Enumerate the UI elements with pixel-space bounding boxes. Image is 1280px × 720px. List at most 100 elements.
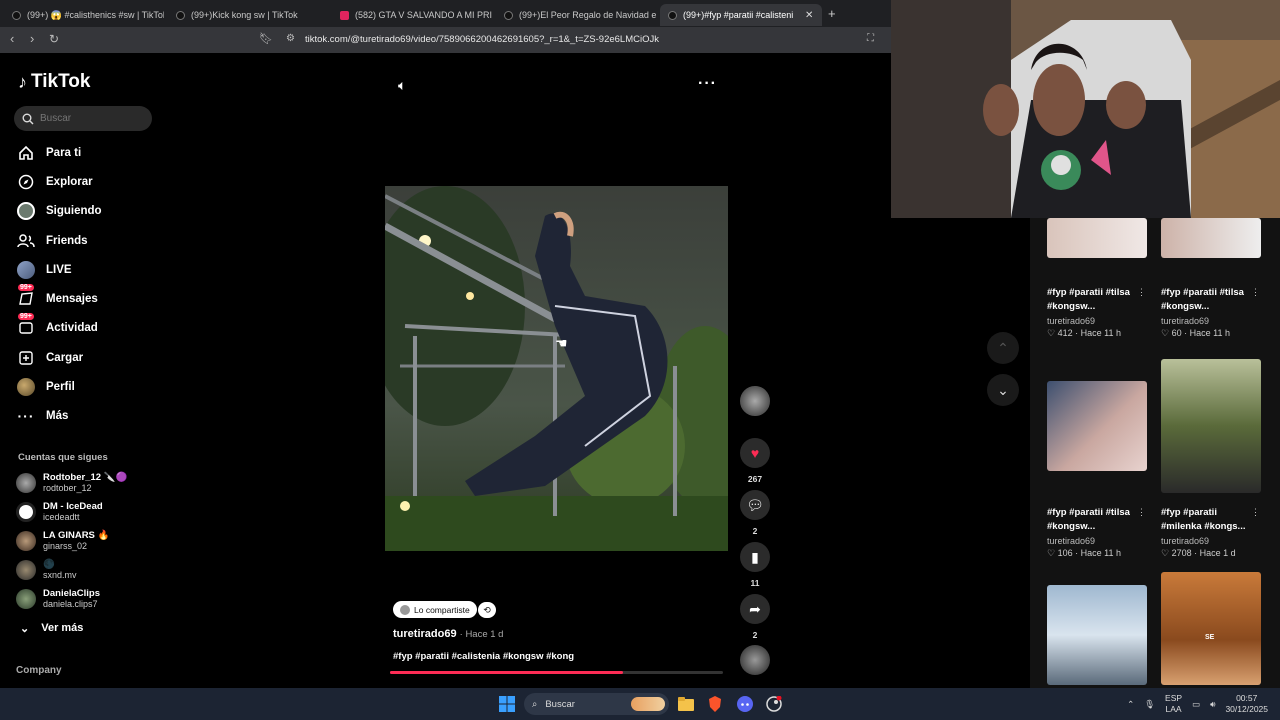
tiktok-logo[interactable]: ♪ TikTok <box>18 71 90 93</box>
youtube-favicon-icon <box>340 10 349 20</box>
followed-account[interactable]: LA GINARS 🔥 ginarss_02 <box>16 530 109 551</box>
steam-icon[interactable] <box>764 694 784 714</box>
following-icon <box>16 201 36 221</box>
language-indicator[interactable]: ESP LAA <box>1165 693 1182 715</box>
avatar <box>400 604 410 615</box>
nav-live[interactable]: LIVE <box>16 257 72 283</box>
windows-start-icon[interactable] <box>497 694 517 714</box>
video-thumbnail <box>1047 218 1147 258</box>
nav-explorar[interactable]: Explorar <box>16 169 93 195</box>
nav-friends[interactable]: Friends <box>16 228 88 254</box>
followed-account[interactable]: 🌑 sxnd.mv <box>16 559 77 580</box>
site-settings-icon[interactable]: ⚙︎ <box>286 33 295 44</box>
browser-tab[interactable]: (582) GTA V SALVANDO A MI PRIMO <box>332 4 492 26</box>
nav-siguiendo[interactable]: Siguiendo <box>16 198 102 224</box>
avatar <box>16 501 36 522</box>
previous-video-button[interactable]: ⌃ <box>987 332 1019 364</box>
webcam-overlay <box>891 0 1280 218</box>
more-options-icon[interactable]: ⋮ <box>1251 507 1260 518</box>
discord-icon[interactable] <box>735 694 755 714</box>
video-hashtags[interactable]: #fyp #paratii #calistenia #kongsw #kong <box>393 651 574 662</box>
video-player[interactable] <box>385 186 728 551</box>
video-author[interactable]: turetirado69 · Hace 1 d <box>393 628 503 640</box>
url-field[interactable]: tiktok.com/@turetirado69/video/758906620… <box>305 34 659 45</box>
home-icon <box>16 143 36 163</box>
like-button[interactable]: ♥ 267 <box>738 438 772 484</box>
share-count: 2 <box>752 630 758 640</box>
microphone-icon[interactable]: 🎙︎ <box>1144 699 1155 710</box>
compass-icon <box>16 172 36 192</box>
nav-mensajes[interactable]: 99+ Mensajes <box>16 284 98 312</box>
network-icon[interactable]: ▭ <box>1192 699 1200 710</box>
see-more-button[interactable]: ⌄ Ver más <box>20 622 83 635</box>
bookmark-icon[interactable]: 🔖︎ <box>259 32 273 45</box>
video-time: · Hace 1 d <box>459 629 504 640</box>
comment-button[interactable]: 💬︎ 2 <box>738 490 772 536</box>
new-tab-button[interactable]: + <box>828 6 836 21</box>
file-explorer-icon[interactable] <box>676 694 696 714</box>
next-video-button[interactable]: ⌄ <box>987 374 1019 406</box>
search-input[interactable] <box>40 113 140 124</box>
share-button[interactable]: ➦ 2 <box>738 594 772 640</box>
followed-account[interactable]: DM - IceDead icedeadtt <box>16 501 103 522</box>
reload-icon[interactable]: ↻ <box>49 32 59 46</box>
related-video-card[interactable]: SE <box>1161 572 1266 685</box>
comment-icon: 💬︎ <box>740 490 770 520</box>
chevron-down-icon: ⌄ <box>20 623 30 635</box>
music-disc-button[interactable] <box>738 645 772 675</box>
followed-account[interactable]: Rodtober_12 🔪🟣 rodtober_12 <box>16 472 127 493</box>
related-video-card[interactable]: #fyp #paratii #tilsa #kongsw... ⋮ tureti… <box>1161 218 1266 339</box>
extension-icon[interactable]: ⛶ <box>867 33 874 44</box>
related-video-card[interactable]: #fyp #paratii #tilsa #kongsw... ⋮ tureti… <box>1047 381 1152 559</box>
creator-avatar-button[interactable] <box>738 386 772 416</box>
clock[interactable]: 00:57 30/12/2025 <box>1225 693 1268 715</box>
nav-actividad[interactable]: 99+ Actividad <box>16 313 98 341</box>
video-thumbnail <box>1161 218 1261 258</box>
save-button[interactable]: ▮ 11 <box>738 542 772 588</box>
avatar <box>16 530 36 551</box>
brave-browser-icon[interactable] <box>705 694 725 714</box>
bookmark-icon: ▮ <box>740 542 770 572</box>
followed-account[interactable]: DanielaClips daniela.clips7 <box>16 588 100 609</box>
nav-perfil[interactable]: Perfil <box>16 374 75 400</box>
sidebar: ♪ TikTok Para ti Explorar Siguiendo Frie… <box>0 53 165 688</box>
hand-cursor-icon: ☚ <box>555 335 568 351</box>
volume-icon[interactable]: 🔈︎ <box>398 77 406 94</box>
close-tab-icon[interactable]: ✕ <box>805 10 813 21</box>
nav-mas[interactable]: ··· Más <box>16 403 69 429</box>
taskbar-search[interactable]: ⌕ Buscar <box>524 693 669 715</box>
heart-icon: ♥ <box>740 438 770 468</box>
more-options-icon[interactable]: ⋮ <box>1137 507 1146 518</box>
related-video-card[interactable]: #fyp #paratii #tilsa #kongsw... ⋮ tureti… <box>1047 218 1152 339</box>
search-highlight-icon <box>631 697 665 711</box>
share-icon: ➦ <box>740 594 770 624</box>
volume-icon[interactable]: 🔊︎ <box>1210 699 1215 710</box>
video-frame-image <box>385 186 728 551</box>
search-box[interactable] <box>14 106 152 131</box>
browser-tab[interactable]: (99+)Kick kong sw | TikTok <box>168 4 328 26</box>
video-stats: ♡ 412 · Hace 11 h <box>1047 328 1121 338</box>
browser-tab-active[interactable]: (99+)#fyp #paratii #calistenia #✕ <box>660 4 822 26</box>
shared-badge[interactable]: Lo compartiste <box>393 601 477 618</box>
browser-tab[interactable]: (99+) 😱 #calisthenics #sw | TikTok <box>4 4 164 26</box>
nav-cargar[interactable]: Cargar <box>16 345 83 371</box>
video-stats: ♡ 2708 · Hace 1 d <box>1161 548 1236 558</box>
nav-para-ti[interactable]: Para ti <box>16 140 81 166</box>
chevron-up-icon[interactable]: ⌃ <box>1127 699 1134 710</box>
music-disc-icon <box>740 645 770 675</box>
video-stats: ♡ 60 · Hace 11 h <box>1161 328 1230 338</box>
related-video-card[interactable]: #fyp #paratii #milenka #kongs... ⋮ turet… <box>1161 359 1266 559</box>
browser-tab[interactable]: (99+)El Peor Regalo de Navidad en e <box>496 4 656 26</box>
company-link[interactable]: Company <box>16 665 62 676</box>
more-options-icon[interactable]: ⋮ <box>1137 287 1146 298</box>
windows-taskbar: ⌕ Buscar ⌃ 🎙︎ ESP LAA ▭ 🔊︎ 00:57 30/12/202… <box>0 688 1280 720</box>
related-video-card[interactable] <box>1047 585 1152 685</box>
video-progress-bar[interactable] <box>390 671 723 674</box>
repost-icon[interactable]: ⟲ <box>478 602 496 618</box>
forward-icon[interactable]: › <box>30 31 34 46</box>
more-options-icon[interactable]: ··· <box>698 75 717 93</box>
video-thumbnail <box>1047 381 1147 471</box>
more-options-icon[interactable]: ⋮ <box>1251 287 1260 298</box>
back-icon[interactable]: ‹ <box>10 31 14 46</box>
save-count: 11 <box>750 578 760 588</box>
